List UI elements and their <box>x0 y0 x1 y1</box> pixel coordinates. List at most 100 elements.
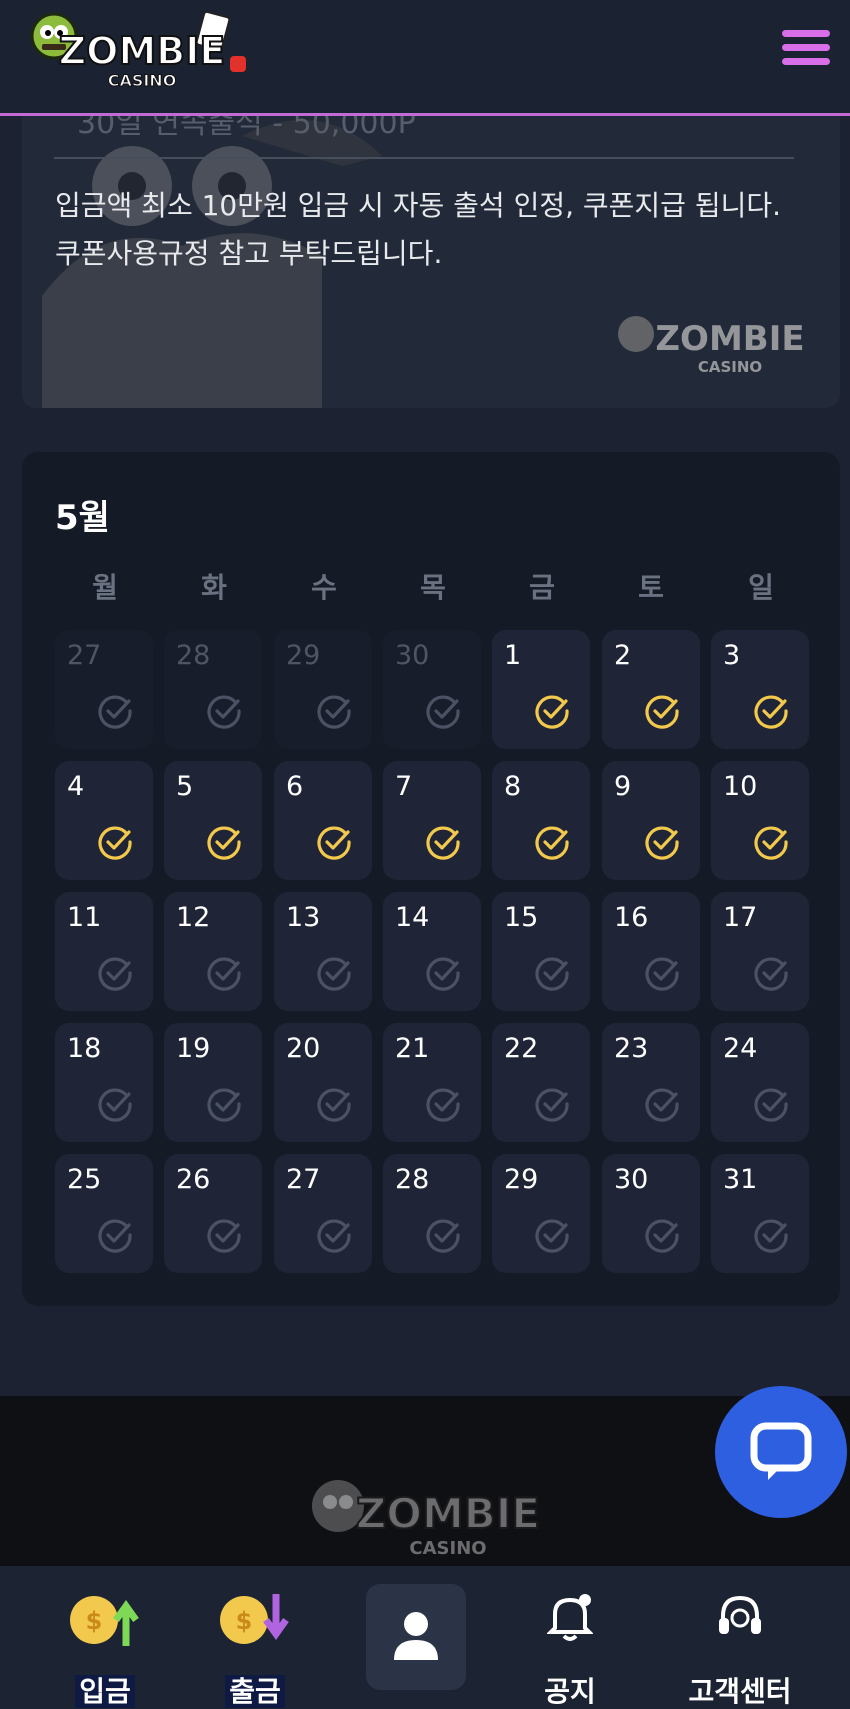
day-number: 25 <box>67 1164 102 1195</box>
day-number: 27 <box>286 1164 321 1195</box>
check-circle-icon <box>98 1219 132 1253</box>
day-number: 8 <box>504 771 522 802</box>
day-number: 28 <box>395 1164 430 1195</box>
nav-notice[interactable]: 공지 <box>520 1586 620 1708</box>
nav-deposit[interactable]: $ 입금 <box>50 1586 160 1708</box>
notice-line: 입금액 최소 10만원 입금 시 자동 출석 인정, 쿠폰지급 됩니다. <box>55 189 782 222</box>
live-chat-button[interactable] <box>715 1386 847 1518</box>
check-circle-icon <box>426 695 460 729</box>
calendar-day[interactable]: 28 <box>383 1154 481 1273</box>
calendar-day[interactable]: 11 <box>55 892 153 1011</box>
check-circle-icon <box>98 695 132 729</box>
calendar-day[interactable]: 2 <box>602 630 700 749</box>
check-circle-filled-icon <box>535 826 569 860</box>
calendar-day[interactable]: 13 <box>274 892 372 1011</box>
day-number: 9 <box>614 771 632 802</box>
zombie-casino-logo[interactable]: ZOMBIE CASINO <box>30 6 250 94</box>
weekday-label: 금 <box>529 571 555 604</box>
check-circle-icon <box>754 957 788 991</box>
check-circle-filled-icon <box>754 826 788 860</box>
day-number: 5 <box>176 771 194 802</box>
hamburger-icon[interactable] <box>782 30 830 70</box>
calendar-day[interactable]: 19 <box>164 1023 262 1142</box>
check-circle-icon <box>535 1219 569 1253</box>
svg-text:ZOMBIE: ZOMBIE <box>655 319 804 359</box>
calendar-day[interactable]: 23 <box>602 1023 700 1142</box>
calendar-day[interactable]: 5 <box>164 761 262 880</box>
nav-withdraw[interactable]: $ 출금 <box>200 1586 310 1708</box>
calendar-day[interactable]: 8 <box>492 761 590 880</box>
calendar-day[interactable]: 17 <box>711 892 809 1011</box>
calendar-day[interactable]: 14 <box>383 892 481 1011</box>
calendar-day[interactable]: 3 <box>711 630 809 749</box>
day-number: 18 <box>67 1033 102 1064</box>
day-number: 10 <box>723 771 758 802</box>
check-circle-filled-icon <box>317 826 351 860</box>
calendar-day[interactable]: 4 <box>55 761 153 880</box>
calendar-day[interactable]: 20 <box>274 1023 372 1142</box>
day-number: 11 <box>67 902 102 933</box>
day-number: 13 <box>286 902 321 933</box>
check-circle-filled-icon <box>207 826 241 860</box>
calendar-day[interactable]: 16 <box>602 892 700 1011</box>
calendar-days-grid: 27 28 29 30 1 2 3 4 5 6 7 8 9 10 11 12 13 14 15 16 17 18 19 20 2… <box>55 630 835 1290</box>
attendance-notice: 입금액 최소 10만원 입금 시 자동 출석 인정, 쿠폰지급 됩니다. 쿠폰사… <box>55 182 825 278</box>
check-circle-icon <box>645 1088 679 1122</box>
calendar-day[interactable]: 6 <box>274 761 372 880</box>
day-number: 4 <box>67 771 85 802</box>
day-number: 15 <box>504 902 539 933</box>
check-circle-filled-icon <box>645 826 679 860</box>
day-number: 29 <box>286 640 321 671</box>
check-circle-icon <box>645 957 679 991</box>
weekday-label: 수 <box>311 571 337 604</box>
calendar-day[interactable]: 26 <box>164 1154 262 1273</box>
day-number: 17 <box>723 902 758 933</box>
zombie-casino-footer-logo: ZOMBIE CASINO <box>312 1480 541 1559</box>
calendar-day[interactable]: 25 <box>55 1154 153 1273</box>
nav-support[interactable]: 고객센터 <box>665 1586 815 1708</box>
day-number: 7 <box>395 771 413 802</box>
day-number: 3 <box>723 640 741 671</box>
day-number: 12 <box>176 902 211 933</box>
weekday-label: 목 <box>420 571 446 604</box>
calendar-day[interactable]: 10 <box>711 761 809 880</box>
calendar-day[interactable]: 30 <box>383 630 481 749</box>
svg-text:ZOMBIE: ZOMBIE <box>356 1489 540 1538</box>
chat-bubble-icon <box>750 1422 812 1480</box>
svg-text:$: $ <box>86 1607 103 1635</box>
calendar-day[interactable]: 28 <box>164 630 262 749</box>
calendar-day[interactable]: 29 <box>492 1154 590 1273</box>
nav-profile[interactable] <box>366 1584 466 1690</box>
calendar-day[interactable]: 29 <box>274 630 372 749</box>
reward-tier-text: 30일 연속출석 - 50,000P <box>77 116 416 141</box>
calendar-day[interactable]: 31 <box>711 1154 809 1273</box>
check-circle-icon <box>98 1088 132 1122</box>
check-circle-icon <box>98 957 132 991</box>
day-number: 1 <box>504 640 522 671</box>
calendar-day[interactable]: 15 <box>492 892 590 1011</box>
calendar-day[interactable]: 22 <box>492 1023 590 1142</box>
notice-line: 쿠폰사용규정 참고 부탁드립니다. <box>55 237 443 270</box>
attendance-info-card: 30일 연속출석 - 50,000P 입금액 최소 10만원 입금 시 자동 출… <box>22 116 840 408</box>
check-circle-icon <box>317 1219 351 1253</box>
calendar-day[interactable]: 21 <box>383 1023 481 1142</box>
calendar-day[interactable]: 1 <box>492 630 590 749</box>
calendar-day[interactable]: 7 <box>383 761 481 880</box>
nav-withdraw-label: 출금 <box>225 1675 285 1708</box>
calendar-day[interactable]: 12 <box>164 892 262 1011</box>
calendar-day[interactable]: 27 <box>55 630 153 749</box>
weekday-label: 월 <box>92 571 118 604</box>
svg-text:$: $ <box>236 1607 253 1635</box>
headset-icon <box>719 1595 761 1634</box>
day-number: 22 <box>504 1033 539 1064</box>
day-number: 19 <box>176 1033 211 1064</box>
nav-notice-label: 공지 <box>544 1675 596 1708</box>
day-number: 28 <box>176 640 211 671</box>
calendar-day[interactable]: 27 <box>274 1154 372 1273</box>
day-number: 21 <box>395 1033 430 1064</box>
svg-text:CASINO: CASINO <box>409 1538 486 1559</box>
calendar-day[interactable]: 30 <box>602 1154 700 1273</box>
calendar-day[interactable]: 24 <box>711 1023 809 1142</box>
calendar-day[interactable]: 18 <box>55 1023 153 1142</box>
calendar-day[interactable]: 9 <box>602 761 700 880</box>
